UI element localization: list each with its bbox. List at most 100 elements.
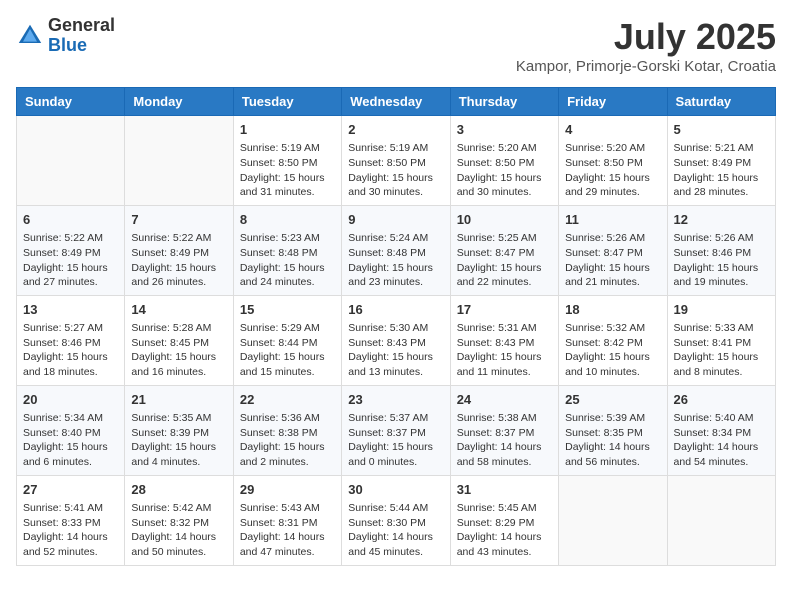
calendar-cell: 24Sunrise: 5:38 AMSunset: 8:37 PMDayligh… bbox=[450, 385, 558, 475]
daylight-text: Daylight: 15 hours and 4 minutes. bbox=[131, 440, 226, 469]
sunrise-text: Sunrise: 5:27 AM bbox=[23, 321, 118, 336]
sunrise-text: Sunrise: 5:21 AM bbox=[674, 141, 769, 156]
calendar-cell bbox=[17, 116, 125, 206]
day-number: 21 bbox=[131, 391, 226, 409]
month-title: July 2025 bbox=[516, 16, 776, 58]
calendar-cell: 8Sunrise: 5:23 AMSunset: 8:48 PMDaylight… bbox=[233, 205, 341, 295]
weekday-header-sunday: Sunday bbox=[17, 88, 125, 116]
sunset-text: Sunset: 8:49 PM bbox=[131, 246, 226, 261]
cell-content: 8Sunrise: 5:23 AMSunset: 8:48 PMDaylight… bbox=[240, 211, 335, 290]
day-number: 5 bbox=[674, 121, 769, 139]
daylight-text: Daylight: 15 hours and 22 minutes. bbox=[457, 261, 552, 290]
sunrise-text: Sunrise: 5:29 AM bbox=[240, 321, 335, 336]
day-number: 12 bbox=[674, 211, 769, 229]
day-number: 17 bbox=[457, 301, 552, 319]
daylight-text: Daylight: 15 hours and 30 minutes. bbox=[348, 171, 443, 200]
daylight-text: Daylight: 15 hours and 21 minutes. bbox=[565, 261, 660, 290]
sunset-text: Sunset: 8:38 PM bbox=[240, 426, 335, 441]
calendar-week-5: 27Sunrise: 5:41 AMSunset: 8:33 PMDayligh… bbox=[17, 475, 776, 565]
location-subtitle: Kampor, Primorje-Gorski Kotar, Croatia bbox=[516, 58, 776, 75]
daylight-text: Daylight: 15 hours and 30 minutes. bbox=[457, 171, 552, 200]
daylight-text: Daylight: 15 hours and 13 minutes. bbox=[348, 350, 443, 379]
calendar-cell: 5 Sunrise: 5:21 AMSunset: 8:49 PMDaylight… bbox=[667, 116, 775, 206]
calendar-cell: 18Sunrise: 5:32 AMSunset: 8:42 PMDayligh… bbox=[559, 295, 667, 385]
calendar-cell: 1Sunrise: 5:19 AMSunset: 8:50 PMDaylight… bbox=[233, 116, 341, 206]
calendar-cell: 2Sunrise: 5:19 AMSunset: 8:50 PMDaylight… bbox=[342, 116, 450, 206]
daylight-text: Daylight: 15 hours and 2 minutes. bbox=[240, 440, 335, 469]
cell-content: 11Sunrise: 5:26 AMSunset: 8:47 PMDayligh… bbox=[565, 211, 660, 290]
weekday-header-saturday: Saturday bbox=[667, 88, 775, 116]
sunset-text: Sunset: 8:49 PM bbox=[23, 246, 118, 261]
day-number: 18 bbox=[565, 301, 660, 319]
sunset-text: Sunset: 8:39 PM bbox=[131, 426, 226, 441]
cell-content: 30Sunrise: 5:44 AMSunset: 8:30 PMDayligh… bbox=[348, 481, 443, 560]
logo: General Blue bbox=[16, 16, 115, 56]
calendar-cell bbox=[559, 475, 667, 565]
sunset-text: Sunset: 8:46 PM bbox=[674, 246, 769, 261]
cell-content: 31Sunrise: 5:45 AMSunset: 8:29 PMDayligh… bbox=[457, 481, 552, 560]
cell-content: 15Sunrise: 5:29 AMSunset: 8:44 PMDayligh… bbox=[240, 301, 335, 380]
calendar-week-3: 13Sunrise: 5:27 AMSunset: 8:46 PMDayligh… bbox=[17, 295, 776, 385]
calendar-cell: 21Sunrise: 5:35 AMSunset: 8:39 PMDayligh… bbox=[125, 385, 233, 475]
sunrise-text: Sunrise: 5:25 AM bbox=[457, 231, 552, 246]
sunrise-text: Sunrise: 5:26 AM bbox=[565, 231, 660, 246]
daylight-text: Daylight: 15 hours and 0 minutes. bbox=[348, 440, 443, 469]
cell-content: 19Sunrise: 5:33 AMSunset: 8:41 PMDayligh… bbox=[674, 301, 769, 380]
sunset-text: Sunset: 8:45 PM bbox=[131, 336, 226, 351]
title-block: July 2025 Kampor, Primorje-Gorski Kotar,… bbox=[516, 16, 776, 75]
sunset-text: Sunset: 8:33 PM bbox=[23, 516, 118, 531]
sunset-text: Sunset: 8:50 PM bbox=[348, 156, 443, 171]
calendar-cell: 20Sunrise: 5:34 AMSunset: 8:40 PMDayligh… bbox=[17, 385, 125, 475]
calendar-cell: 25Sunrise: 5:39 AMSunset: 8:35 PMDayligh… bbox=[559, 385, 667, 475]
cell-content: 16Sunrise: 5:30 AMSunset: 8:43 PMDayligh… bbox=[348, 301, 443, 380]
daylight-text: Daylight: 14 hours and 45 minutes. bbox=[348, 530, 443, 559]
weekday-header-row: SundayMondayTuesdayWednesdayThursdayFrid… bbox=[17, 88, 776, 116]
cell-content: 2Sunrise: 5:19 AMSunset: 8:50 PMDaylight… bbox=[348, 121, 443, 200]
weekday-header-monday: Monday bbox=[125, 88, 233, 116]
sunset-text: Sunset: 8:35 PM bbox=[565, 426, 660, 441]
daylight-text: Daylight: 15 hours and 19 minutes. bbox=[674, 261, 769, 290]
calendar-cell bbox=[667, 475, 775, 565]
sunrise-text: Sunrise: 5:22 AM bbox=[131, 231, 226, 246]
calendar-cell: 22Sunrise: 5:36 AMSunset: 8:38 PMDayligh… bbox=[233, 385, 341, 475]
sunset-text: Sunset: 8:34 PM bbox=[674, 426, 769, 441]
daylight-text: Daylight: 15 hours and 28 minutes. bbox=[674, 171, 769, 200]
sunset-text: Sunset: 8:50 PM bbox=[565, 156, 660, 171]
day-number: 14 bbox=[131, 301, 226, 319]
daylight-text: Daylight: 14 hours and 56 minutes. bbox=[565, 440, 660, 469]
cell-content: 26Sunrise: 5:40 AMSunset: 8:34 PMDayligh… bbox=[674, 391, 769, 470]
sunset-text: Sunset: 8:48 PM bbox=[348, 246, 443, 261]
logo-icon bbox=[16, 22, 44, 50]
sunset-text: Sunset: 8:37 PM bbox=[348, 426, 443, 441]
daylight-text: Daylight: 15 hours and 10 minutes. bbox=[565, 350, 660, 379]
sunset-text: Sunset: 8:49 PM bbox=[674, 156, 769, 171]
daylight-text: Daylight: 15 hours and 6 minutes. bbox=[23, 440, 118, 469]
cell-content: 25Sunrise: 5:39 AMSunset: 8:35 PMDayligh… bbox=[565, 391, 660, 470]
daylight-text: Daylight: 15 hours and 29 minutes. bbox=[565, 171, 660, 200]
sunrise-text: Sunrise: 5:43 AM bbox=[240, 501, 335, 516]
logo-blue: Blue bbox=[48, 35, 87, 55]
daylight-text: Daylight: 14 hours and 52 minutes. bbox=[23, 530, 118, 559]
weekday-header-thursday: Thursday bbox=[450, 88, 558, 116]
cell-content: 29Sunrise: 5:43 AMSunset: 8:31 PMDayligh… bbox=[240, 481, 335, 560]
sunrise-text: Sunrise: 5:36 AM bbox=[240, 411, 335, 426]
sunset-text: Sunset: 8:47 PM bbox=[457, 246, 552, 261]
daylight-text: Daylight: 14 hours and 43 minutes. bbox=[457, 530, 552, 559]
weekday-header-friday: Friday bbox=[559, 88, 667, 116]
sunrise-text: Sunrise: 5:30 AM bbox=[348, 321, 443, 336]
day-number: 7 bbox=[131, 211, 226, 229]
calendar-cell: 4Sunrise: 5:20 AMSunset: 8:50 PMDaylight… bbox=[559, 116, 667, 206]
day-number: 9 bbox=[348, 211, 443, 229]
sunset-text: Sunset: 8:40 PM bbox=[23, 426, 118, 441]
calendar-cell: 11Sunrise: 5:26 AMSunset: 8:47 PMDayligh… bbox=[559, 205, 667, 295]
cell-content: 4Sunrise: 5:20 AMSunset: 8:50 PMDaylight… bbox=[565, 121, 660, 200]
sunrise-text: Sunrise: 5:41 AM bbox=[23, 501, 118, 516]
sunrise-text: Sunrise: 5:32 AM bbox=[565, 321, 660, 336]
sunrise-text: Sunrise: 5:33 AM bbox=[674, 321, 769, 336]
cell-content: 12Sunrise: 5:26 AMSunset: 8:46 PMDayligh… bbox=[674, 211, 769, 290]
day-number: 10 bbox=[457, 211, 552, 229]
day-number: 4 bbox=[565, 121, 660, 139]
calendar-cell: 7Sunrise: 5:22 AMSunset: 8:49 PMDaylight… bbox=[125, 205, 233, 295]
sunrise-text: Sunrise: 5:42 AM bbox=[131, 501, 226, 516]
day-number: 13 bbox=[23, 301, 118, 319]
